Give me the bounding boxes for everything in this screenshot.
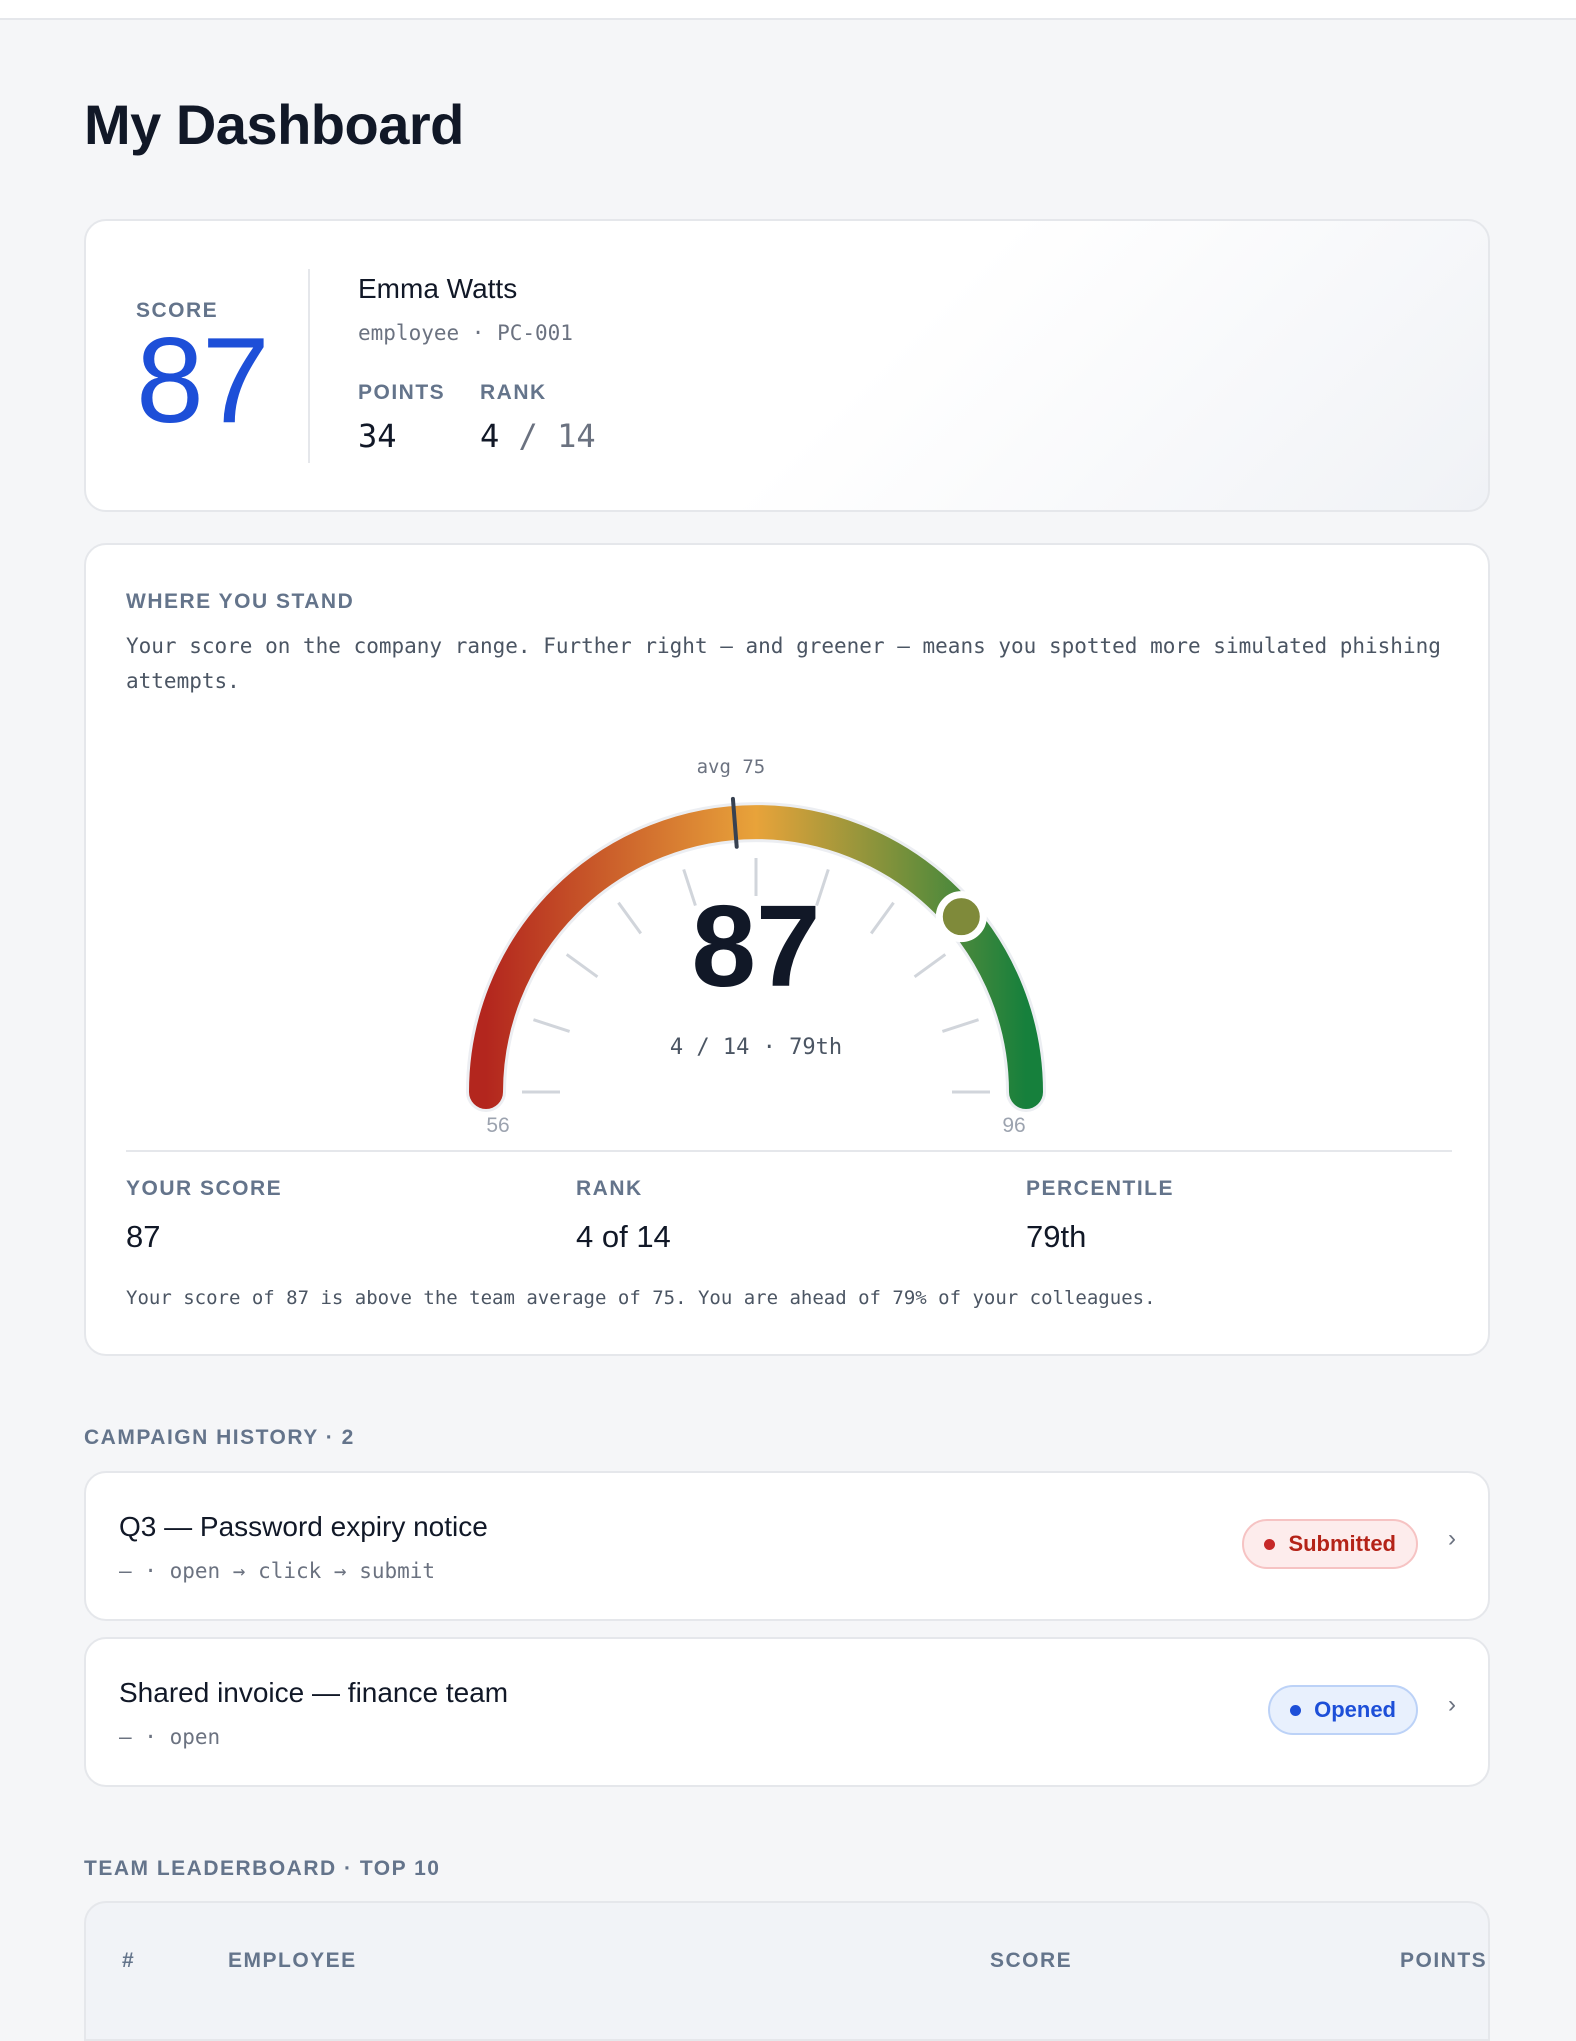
score-gauge: avg 75 87 4 / 14 · 79th 56 96 bbox=[466, 756, 1046, 1137]
campaign-row[interactable]: Q3 — Password expiry notice — · open → c… bbox=[84, 1471, 1490, 1621]
gauge-tick bbox=[869, 901, 895, 935]
campaign-history-label: CAMPAIGN HISTORY · 2 bbox=[84, 1426, 355, 1449]
stat-value: 87 bbox=[126, 1219, 161, 1254]
standing-card: WHERE YOU STAND Your score on the compan… bbox=[84, 543, 1490, 1356]
rank-total: / 14 bbox=[518, 417, 596, 455]
status-dot bbox=[1290, 1704, 1302, 1716]
stat-rank: RANK 4 of 14 bbox=[576, 1177, 671, 1255]
gauge-tick bbox=[941, 1018, 980, 1033]
gauge-center-sub: 4 / 14 · 79th bbox=[670, 1035, 842, 1060]
top-bar bbox=[0, 0, 1576, 20]
employee-meta: employee · PC-001 bbox=[358, 321, 573, 345]
points-value: 34 bbox=[358, 417, 397, 455]
leaderboard-label: TEAM LEADERBOARD · TOP 10 bbox=[84, 1857, 441, 1880]
campaign-title: Shared invoice — finance team bbox=[119, 1677, 509, 1708]
stat-your-score: YOUR SCORE 87 bbox=[126, 1177, 282, 1255]
column-header-rank[interactable]: # bbox=[122, 1949, 135, 1973]
stat-percentile: PERCENTILE 79th bbox=[1026, 1177, 1174, 1255]
rank-value: 4 / 14 bbox=[480, 417, 596, 455]
stat-value: 79th bbox=[1026, 1219, 1087, 1254]
chevron-right-icon[interactable]: › bbox=[1448, 1525, 1456, 1553]
gauge-min-label: 56 bbox=[486, 1114, 509, 1137]
divider bbox=[308, 269, 310, 463]
stat-label: YOUR SCORE bbox=[126, 1177, 283, 1200]
standing-summary: Your score of 87 is above the team avera… bbox=[126, 1287, 1156, 1309]
divider bbox=[126, 1150, 1452, 1152]
stat-label: PERCENTILE bbox=[1026, 1177, 1175, 1200]
chevron-right-icon[interactable]: › bbox=[1448, 1691, 1456, 1719]
column-header-employee[interactable]: EMPLOYEE bbox=[228, 1949, 357, 1973]
score-marker bbox=[935, 891, 987, 943]
gauge-tick bbox=[532, 1018, 571, 1033]
rank-position: 4 bbox=[480, 417, 500, 455]
average-label: avg 75 bbox=[697, 756, 766, 778]
status-badge: Opened bbox=[1268, 1685, 1418, 1735]
stat-value: 4 of 14 bbox=[576, 1219, 671, 1254]
column-header-points[interactable]: POINTS bbox=[1400, 1949, 1487, 1973]
leaderboard-table: # EMPLOYEE SCORE POINTS bbox=[84, 1901, 1490, 2041]
column-header-score[interactable]: SCORE bbox=[990, 1949, 1072, 1973]
campaign-steps: — · open → click → submit bbox=[119, 1559, 436, 1583]
rank-label: RANK bbox=[480, 381, 547, 404]
employee-name: Emma Watts bbox=[358, 273, 518, 304]
points-label: POINTS bbox=[358, 381, 446, 404]
status-dot bbox=[1264, 1538, 1276, 1550]
gauge-tick bbox=[913, 953, 947, 979]
gauge-max-label: 96 bbox=[1002, 1114, 1025, 1137]
campaign-title: Q3 — Password expiry notice bbox=[119, 1511, 488, 1542]
stat-label: RANK bbox=[576, 1177, 643, 1200]
status-text: Submitted bbox=[1288, 1531, 1396, 1556]
gauge-tick bbox=[565, 953, 599, 979]
status-text: Opened bbox=[1314, 1697, 1396, 1722]
status-badge: Submitted bbox=[1242, 1519, 1418, 1569]
campaign-row[interactable]: Shared invoice — finance team — · open O… bbox=[84, 1637, 1490, 1787]
page-title: My Dashboard bbox=[84, 93, 464, 156]
gauge-tick bbox=[617, 901, 643, 935]
campaign-steps: — · open bbox=[119, 1725, 221, 1749]
profile-card: SCORE 87 Emma Watts employee · PC-001 PO… bbox=[84, 219, 1490, 512]
score-value: 87 bbox=[136, 312, 270, 448]
gauge-center-value: 87 bbox=[691, 881, 820, 1011]
